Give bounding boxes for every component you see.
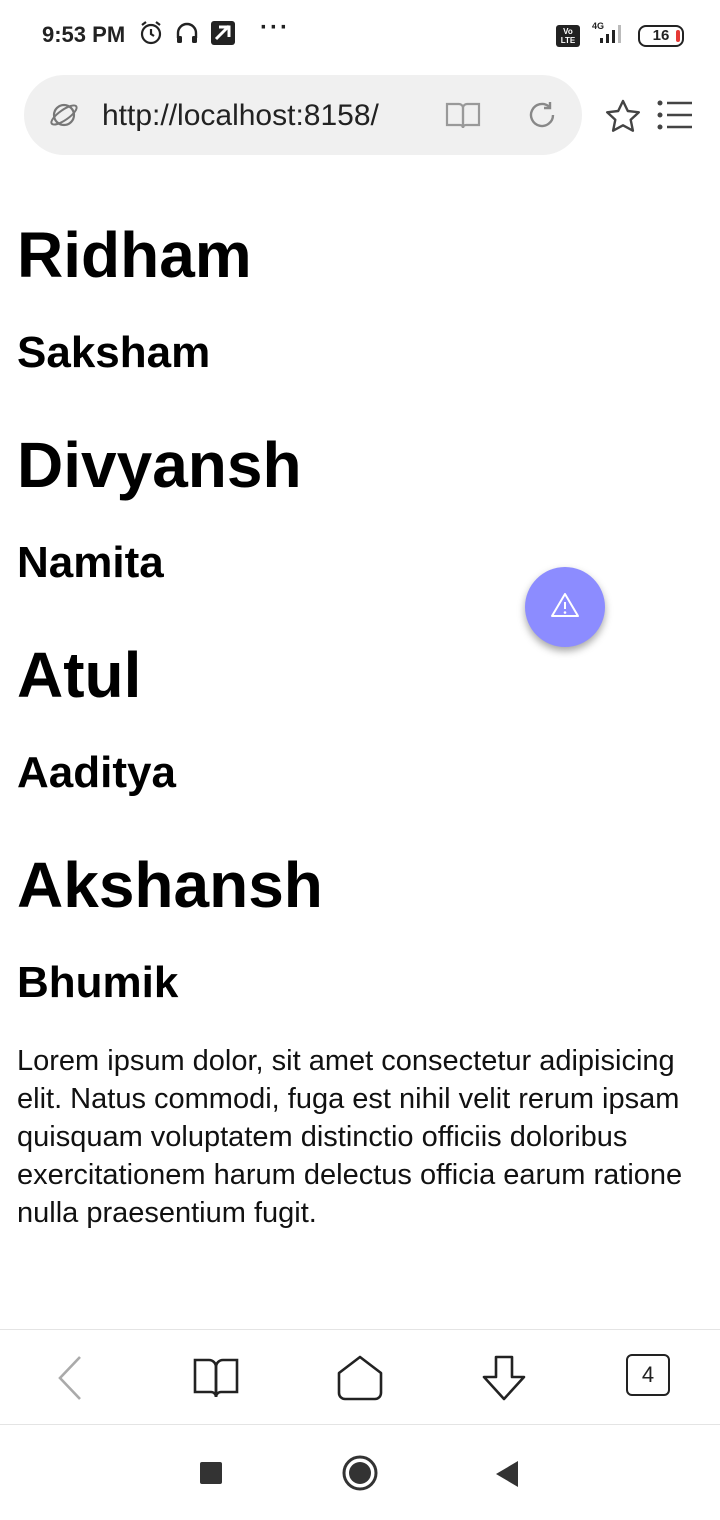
battery-icon: 16 — [638, 24, 684, 47]
back-arrow-icon[interactable] — [54, 1354, 86, 1407]
status-time: 9:53 PM — [42, 22, 126, 47]
home-icon[interactable] — [336, 1354, 384, 1407]
alarm-icon — [138, 20, 164, 46]
tabs-count-button[interactable]: 4 — [626, 1354, 670, 1396]
back-triangle-icon[interactable] — [494, 1459, 520, 1494]
home-circle-icon[interactable] — [341, 1454, 379, 1497]
menu-list-icon[interactable] — [656, 98, 694, 139]
bookmarks-book-icon[interactable] — [192, 1354, 240, 1405]
star-icon[interactable] — [604, 98, 642, 139]
more-notifications-icon: ··· — [260, 14, 290, 41]
status-bar: 9:53 PM ··· Vo LTE 4G 16 — [0, 0, 720, 70]
heading-aaditya: Aaditya — [17, 748, 176, 797]
url-text[interactable]: http://localhost:8158/ — [102, 99, 428, 133]
download-icon[interactable] — [479, 1354, 529, 1409]
svg-text:4G: 4G — [592, 21, 604, 31]
app-notification-icon — [210, 20, 236, 46]
heading-saksham: Saksham — [17, 328, 211, 377]
signal-icon: 4G — [590, 20, 628, 51]
heading-ridham: Ridham — [17, 219, 252, 291]
warning-icon — [550, 591, 580, 624]
warning-fab-button[interactable] — [525, 567, 605, 647]
reload-icon[interactable] — [526, 99, 558, 136]
volte-icon: Vo LTE — [556, 24, 580, 47]
system-navigation-bar — [0, 1426, 720, 1520]
browser-bottom-toolbar: 4 — [0, 1329, 720, 1425]
heading-akshansh: Akshansh — [17, 849, 323, 921]
address-bar[interactable]: http://localhost:8158/ — [24, 75, 582, 155]
heading-atul: Atul — [17, 639, 142, 711]
recents-square-icon[interactable] — [199, 1461, 223, 1490]
book-icon[interactable] — [444, 99, 482, 136]
headphones-icon — [174, 20, 200, 46]
globe-icon — [48, 99, 80, 136]
heading-divyansh: Divyansh — [17, 429, 302, 501]
page-content: Ridham Saksham Divyansh Namita Atul Aadi… — [17, 210, 707, 1232]
heading-bhumik: Bhumik — [17, 958, 179, 1007]
heading-namita: Namita — [17, 538, 164, 587]
lorem-paragraph: Lorem ipsum dolor, sit amet consectetur … — [17, 1045, 683, 1229]
